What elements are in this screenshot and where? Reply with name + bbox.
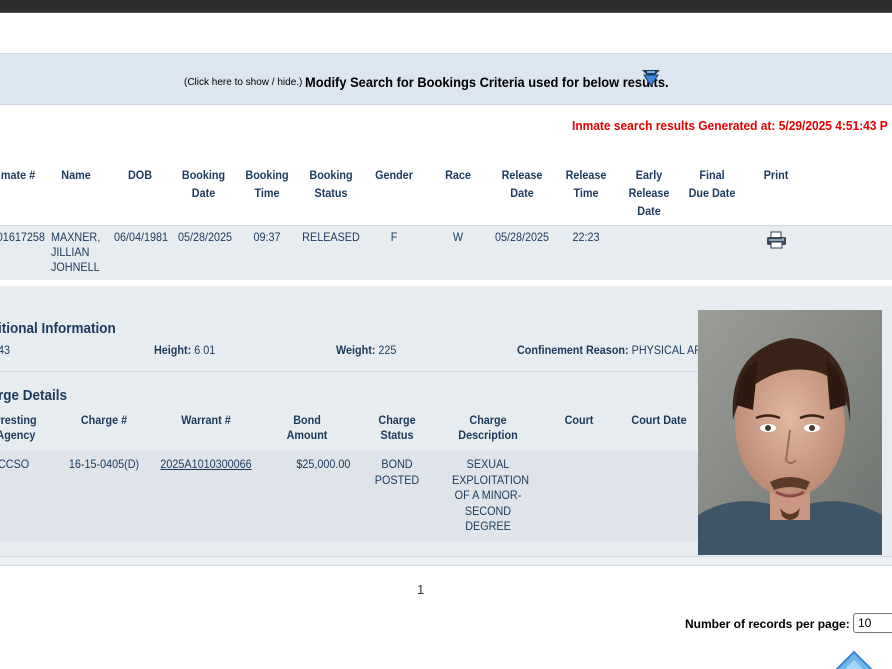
cell-booking-time: 09:37 <box>253 230 281 244</box>
cell-release-date: 05/28/2025 <box>494 230 550 244</box>
double-chevron-down-icon[interactable] <box>640 67 662 89</box>
cell-agency: CCSO <box>0 457 30 471</box>
col-warrant-number: Warrant # <box>181 413 231 427</box>
records-per-page-select[interactable]: 10 <box>853 613 892 633</box>
confinement-label: Confinement Reason: <box>517 343 629 357</box>
col-arresting-agency: rresting Agency <box>0 413 37 442</box>
cell-charge-number: 16-15-0405(D) <box>68 457 140 471</box>
toggle-hint: (Click here to show / hide.) <box>184 77 303 88</box>
col-charge-description: Charge Description <box>458 413 518 442</box>
height-value: 6 01 <box>194 343 216 357</box>
modify-search-toggle[interactable]: (Click here to show / hide.) Modify Sear… <box>0 53 892 105</box>
browser-top-bar <box>0 0 892 13</box>
col-release-date: Release Date <box>501 168 543 200</box>
col-court: Court <box>564 413 594 427</box>
modify-search-title[interactable]: Modify Search for Bookings Criteria used… <box>305 74 669 90</box>
cell-name: MAXNER, JILLIAN JOHNELL <box>51 230 101 274</box>
details-panel-footer <box>0 556 892 566</box>
charge-details-title: rge Details <box>0 387 68 404</box>
col-name: Name <box>61 168 91 182</box>
section-divider <box>0 371 698 372</box>
generated-timestamp: Inmate search results Generated at: 5/29… <box>572 118 888 133</box>
cell-booking-status: RELEASED <box>302 230 360 244</box>
col-release-time: Release Time <box>565 168 607 200</box>
col-court-date: Court Date <box>631 413 687 427</box>
printer-icon[interactable] <box>766 231 787 249</box>
col-gender: Gender <box>375 168 413 182</box>
cell-charge-description: SEXUAL EXPLOITATION OF A MINOR- SECOND D… <box>452 457 530 533</box>
scroll-to-top-icon[interactable] <box>832 650 876 669</box>
cell-inmate-number: 01617258 <box>0 230 45 244</box>
age-value: 43 <box>0 343 11 357</box>
weight-value: 225 <box>378 343 397 357</box>
records-per-page-value: 10 <box>858 616 872 630</box>
page-link-1[interactable]: 1 <box>417 582 424 597</box>
col-booking-date: Booking Date <box>181 168 226 200</box>
records-per-page-label: Number of records per page: <box>685 617 850 631</box>
col-early-release-date: Early Release Date <box>628 168 670 218</box>
weight-field: Weight: 225 <box>336 343 396 357</box>
height-label: Height: <box>154 343 192 357</box>
inmate-photo <box>698 310 882 555</box>
weight-label: Weight: <box>336 343 376 357</box>
cell-release-time: 22:23 <box>572 230 600 244</box>
additional-information-title: itional Information <box>0 320 116 337</box>
cell-gender: F <box>390 230 398 244</box>
col-inmate-number: mate # <box>0 168 36 182</box>
col-print: Print <box>763 168 789 182</box>
col-dob: DOB <box>127 168 152 182</box>
col-final-due-date: Final Due Date <box>688 168 736 200</box>
cell-warrant-number[interactable]: 2025A1010300066 <box>157 457 254 473</box>
cell-booking-date: 05/28/2025 <box>177 230 233 244</box>
confinement-field: Confinement Reason: PHYSICAL ARR <box>517 343 710 357</box>
col-charge-status: Charge Status <box>378 413 416 442</box>
cell-race: W <box>452 230 464 244</box>
warrant-link[interactable]: 2025A1010300066 <box>160 457 251 471</box>
col-bond-amount: Bond Amount <box>286 413 328 442</box>
cell-bond-amount: $25,000.00 <box>296 457 351 471</box>
col-charge-number: Charge # <box>80 413 128 427</box>
col-booking-time: Booking Time <box>245 168 289 200</box>
height-field: Height: 6 01 <box>154 343 215 357</box>
col-race: Race <box>445 168 471 182</box>
col-booking-status: Booking Status <box>309 168 353 200</box>
cell-dob: 06/04/1981 <box>113 230 169 244</box>
cell-charge-status: BOND POSTED <box>374 457 420 487</box>
